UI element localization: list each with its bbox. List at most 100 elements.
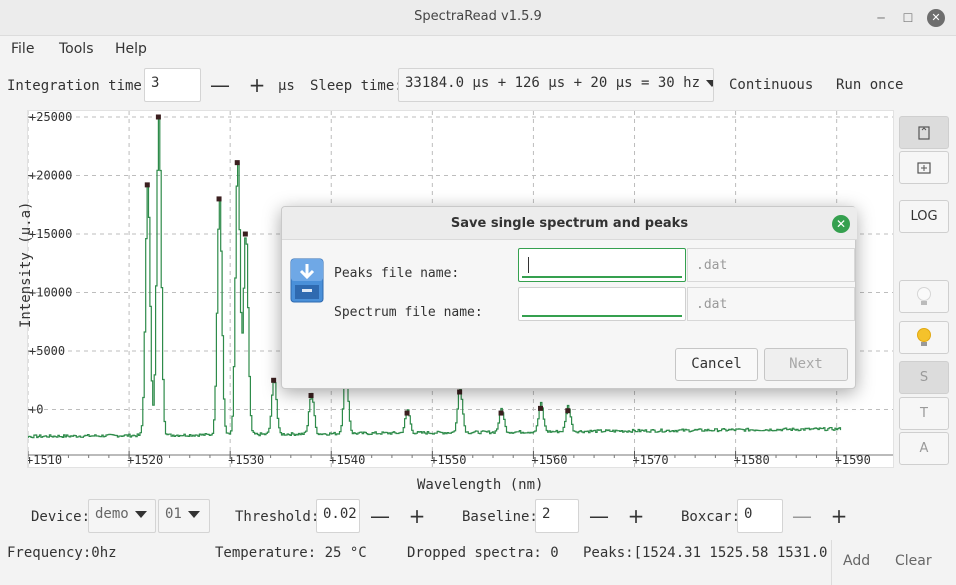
toolbar: Integration time: 3 — + µs Sleep time: 3… bbox=[0, 66, 956, 106]
device-select[interactable]: demo bbox=[88, 499, 156, 533]
next-button[interactable]: Next bbox=[764, 348, 848, 381]
x-tick-label: +1520 bbox=[127, 453, 163, 467]
threshold-increase-button[interactable]: + bbox=[400, 499, 434, 533]
text-cursor bbox=[528, 257, 529, 273]
dialog-title: Save single spectrum and peaks bbox=[450, 216, 689, 231]
menu-file[interactable]: File bbox=[11, 41, 34, 57]
x-tick-label: +1540 bbox=[329, 453, 365, 467]
boxcar-increase-button[interactable]: + bbox=[822, 499, 856, 533]
y-tick-label: +5000 bbox=[29, 344, 65, 358]
chevron-down-icon bbox=[187, 510, 200, 518]
integration-time-label: Integration time: bbox=[7, 78, 151, 94]
light-bulb-off-icon bbox=[917, 286, 931, 305]
sleep-time-value: 33184.0 µs + 126 µs + 20 µs = 30 hz bbox=[405, 75, 701, 91]
peaks-file-label: Peaks file name: bbox=[334, 266, 460, 281]
peak-marker bbox=[308, 393, 314, 399]
window-title: SpectraRead v1.5.9 bbox=[414, 9, 542, 24]
integration-decrease-button[interactable]: — bbox=[203, 68, 237, 102]
x-axis-label: Wavelength (nm) bbox=[417, 477, 544, 493]
spectrum-file-extension: .dat bbox=[687, 287, 855, 321]
peak-marker bbox=[498, 410, 504, 416]
device-index-value: 01 bbox=[165, 506, 182, 522]
dialog-close-button[interactable]: ✕ bbox=[832, 215, 850, 233]
baseline-increase-button[interactable]: + bbox=[619, 499, 653, 533]
x-tick-label: +1550 bbox=[430, 453, 466, 467]
save-dialog: Save single spectrum and peaks ✕ Peaks f… bbox=[281, 206, 857, 389]
peaks-file-extension: .dat bbox=[687, 248, 855, 282]
light-bulb-on-icon bbox=[917, 327, 931, 346]
boxcar-input[interactable]: 0 bbox=[737, 499, 783, 533]
dialog-header: Save single spectrum and peaks ✕ bbox=[282, 207, 857, 240]
boxcar-decrease-button[interactable]: — bbox=[785, 499, 819, 533]
x-tick-label: +1590 bbox=[835, 453, 871, 467]
baseline-input[interactable]: 2 bbox=[535, 499, 579, 533]
boxcar-label: Boxcar: bbox=[681, 509, 741, 525]
integration-unit-label: µs bbox=[278, 78, 295, 94]
x-tick-label: +1570 bbox=[633, 453, 669, 467]
threshold-decrease-button[interactable]: — bbox=[363, 499, 397, 533]
menu-bar: File Tools Help bbox=[0, 36, 956, 64]
peaks-file-input[interactable] bbox=[518, 248, 686, 282]
peak-marker bbox=[537, 405, 543, 411]
focus-underline bbox=[522, 276, 682, 278]
integration-increase-button[interactable]: + bbox=[240, 68, 274, 102]
zoom-out-button[interactable] bbox=[899, 116, 949, 149]
y-tick-label: +15000 bbox=[29, 227, 72, 241]
run-once-button[interactable]: Run once bbox=[836, 77, 903, 93]
input-underline bbox=[522, 315, 682, 317]
sleep-time-select[interactable]: 33184.0 µs + 126 µs + 20 µs = 30 hz bbox=[398, 68, 714, 102]
sleep-time-label: Sleep time: bbox=[310, 78, 403, 94]
add-button[interactable]: Add bbox=[843, 553, 870, 569]
continuous-button[interactable]: Continuous bbox=[729, 77, 813, 93]
maximize-button[interactable]: ☐ bbox=[899, 9, 917, 27]
spectrum-file-input[interactable] bbox=[518, 287, 686, 321]
threshold-label: Threshold: bbox=[235, 509, 320, 525]
peak-marker bbox=[234, 160, 240, 166]
integration-time-input[interactable]: 3 bbox=[144, 68, 201, 102]
threshold-input[interactable]: 0.02 bbox=[316, 499, 360, 533]
t-button[interactable]: T bbox=[899, 397, 949, 430]
peak-marker bbox=[404, 410, 410, 416]
light-on-button[interactable] bbox=[899, 321, 949, 354]
baseline-decrease-button[interactable]: — bbox=[582, 499, 616, 533]
a-button[interactable]: A bbox=[899, 432, 949, 465]
clear-button[interactable]: Clear bbox=[895, 553, 932, 569]
peaks-list: Peaks:[1524.31 1525.58 1531.0 bbox=[583, 545, 828, 561]
close-button[interactable]: ✕ bbox=[927, 9, 945, 27]
zoom-fit-button[interactable] bbox=[899, 151, 949, 184]
menu-tools[interactable]: Tools bbox=[59, 41, 94, 57]
baseline-label: Baseline: bbox=[462, 509, 538, 525]
peak-marker bbox=[155, 114, 161, 120]
cancel-button[interactable]: Cancel bbox=[675, 348, 758, 381]
peak-marker bbox=[144, 182, 150, 188]
log-scale-button[interactable]: LOG bbox=[899, 200, 949, 233]
chevron-down-icon bbox=[134, 510, 147, 518]
x-tick-label: +1530 bbox=[228, 453, 264, 467]
y-tick-label: +20000 bbox=[29, 169, 72, 183]
peak-marker bbox=[457, 389, 463, 395]
device-label: Device: bbox=[31, 509, 91, 525]
minimize-button[interactable]: ─ bbox=[872, 9, 890, 27]
x-tick-label: +1580 bbox=[734, 453, 770, 467]
menu-help[interactable]: Help bbox=[115, 41, 147, 57]
y-tick-label: +25000 bbox=[29, 111, 72, 124]
save-file-icon bbox=[290, 258, 324, 303]
dropped-spectra-status: Dropped spectra: 0 bbox=[407, 545, 559, 561]
x-tick-label: +1510 bbox=[28, 453, 62, 467]
light-off-button[interactable] bbox=[899, 280, 949, 313]
zoom-out-icon bbox=[918, 125, 930, 140]
status-divider bbox=[831, 540, 832, 585]
peaks-status: Peaks:[1524.31 1525.58 1531.0 bbox=[583, 540, 831, 568]
peak-marker bbox=[242, 231, 248, 237]
peak-marker bbox=[271, 377, 277, 383]
y-tick-label: +10000 bbox=[29, 286, 72, 300]
x-tick-label: +1560 bbox=[531, 453, 567, 467]
device-value: demo bbox=[95, 506, 129, 522]
peak-marker bbox=[565, 408, 571, 414]
device-index-select[interactable]: 01 bbox=[158, 499, 210, 533]
zoom-fit-icon bbox=[917, 161, 931, 174]
y-tick-label: +0 bbox=[29, 403, 43, 417]
s-button[interactable]: S bbox=[899, 361, 949, 394]
temperature-status: Temperature: 25 °C bbox=[215, 545, 367, 561]
y-axis-label: Intensity (u.a) bbox=[18, 201, 34, 328]
